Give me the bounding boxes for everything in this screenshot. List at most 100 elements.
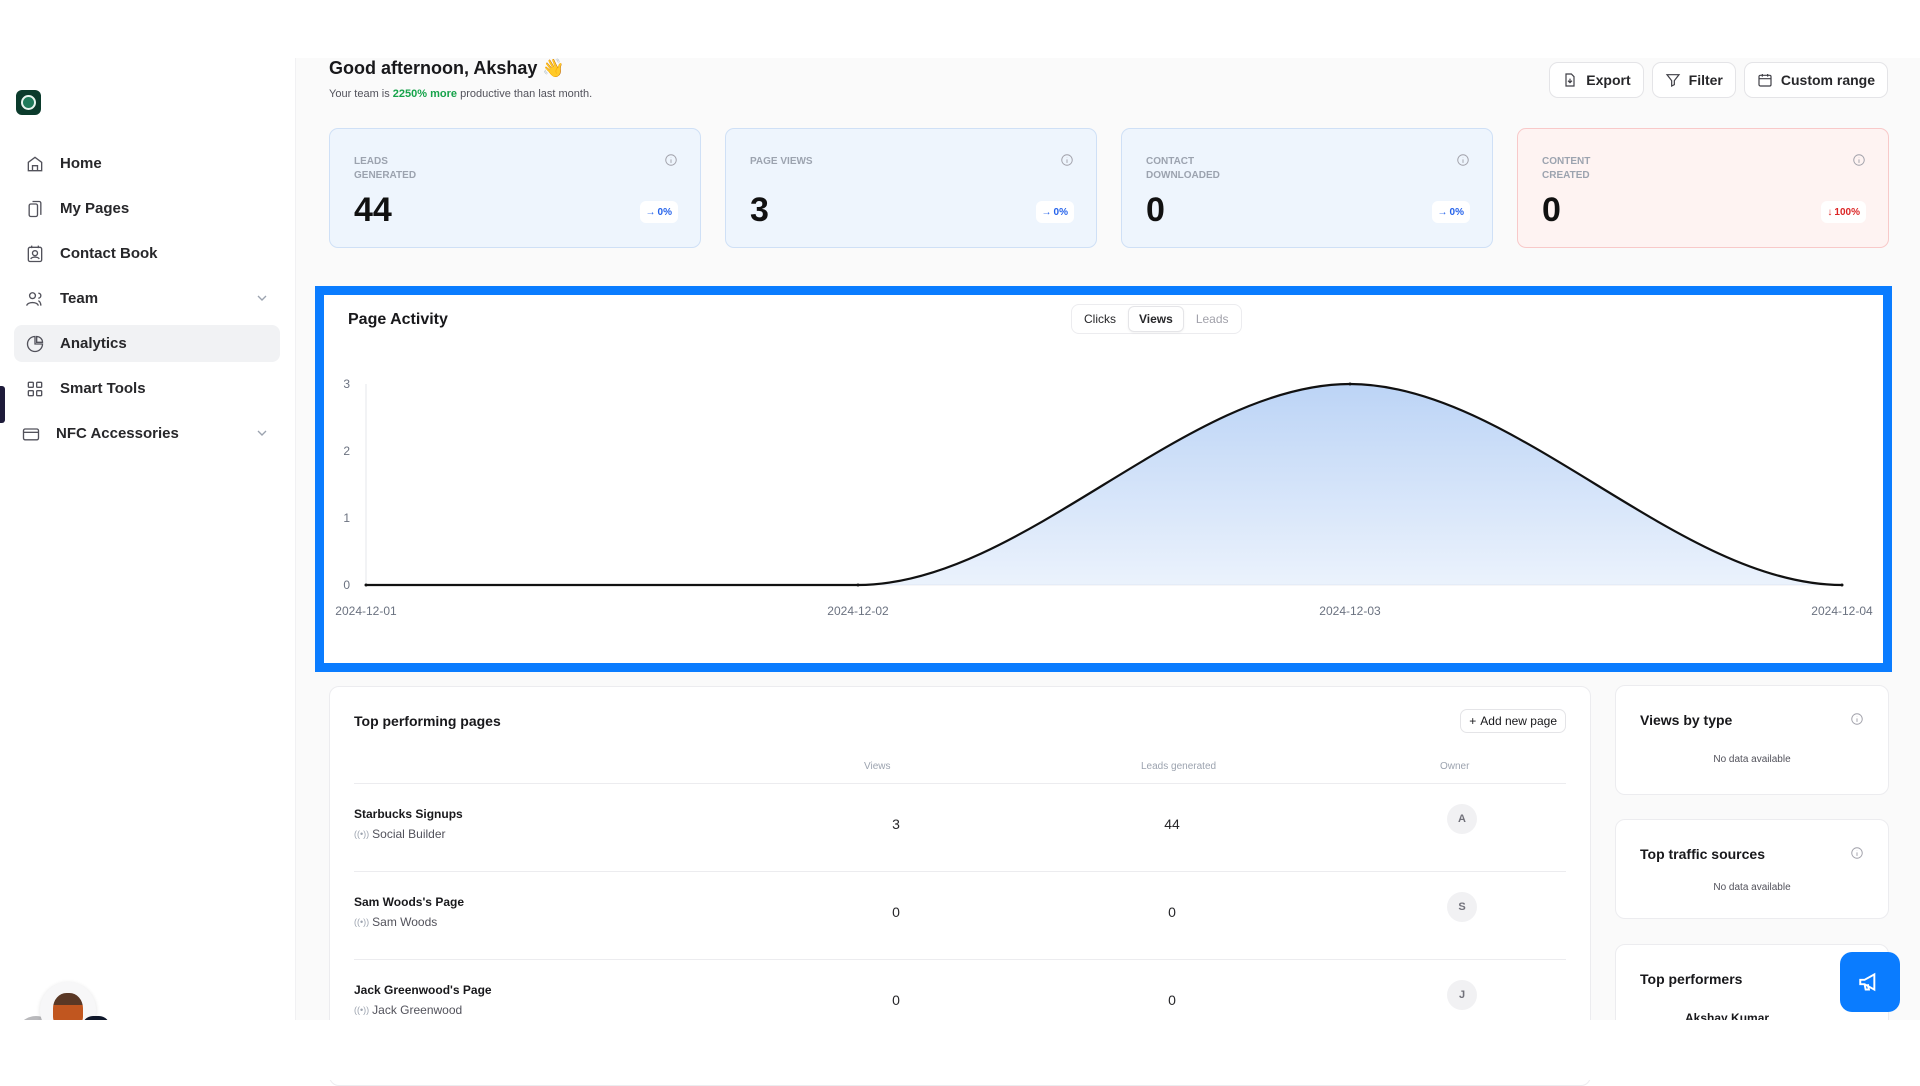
announcements-button[interactable] bbox=[1840, 952, 1900, 1012]
leads-value: 44 bbox=[1164, 816, 1180, 832]
page-name[interactable]: Jack Greenwood's Page bbox=[354, 983, 492, 997]
views-value: 3 bbox=[892, 816, 900, 832]
subtitle-text: productive than last month. bbox=[457, 88, 593, 100]
sidebar-item-label: Team bbox=[60, 290, 99, 307]
info-icon[interactable] bbox=[1850, 846, 1864, 860]
custom-range-label: Custom range bbox=[1780, 72, 1875, 88]
page-activity-chart: 0 1 2 3 2024-12-01 2024-12-02 2024-12-03 2024-… bbox=[335, 377, 1873, 618]
owner-label: Sam Woods bbox=[372, 915, 438, 929]
leads-value: 0 bbox=[1168, 904, 1176, 920]
starbucks-logo-icon bbox=[21, 95, 36, 110]
change-value: 0% bbox=[657, 206, 672, 218]
top-pages-title: Top performing pages bbox=[354, 713, 501, 729]
custom-range-button[interactable]: Custom range bbox=[1743, 62, 1888, 98]
calendar-icon bbox=[1758, 74, 1772, 87]
tab-views[interactable]: Views bbox=[1128, 306, 1184, 332]
sidebar-item-smart-tools[interactable]: Smart Tools bbox=[14, 370, 280, 407]
filter-icon bbox=[1665, 74, 1680, 87]
info-icon[interactable] bbox=[664, 153, 678, 167]
sidebar-item-nfc-accessories[interactable]: NFC Accessories bbox=[14, 415, 280, 452]
chevron-down-icon[interactable] bbox=[254, 290, 270, 306]
stats-row: Leads Generated 44 → 0% Page Views 3 → 0% … bbox=[329, 128, 1889, 248]
info-icon[interactable] bbox=[1060, 153, 1074, 167]
table-row[interactable]: Sam Woods's Page ((•)) Sam Woods 0 0 S bbox=[354, 872, 1566, 959]
page-owner: ((•)) Sam Woods bbox=[354, 915, 437, 929]
chart-point[interactable] bbox=[856, 583, 860, 587]
chart-point[interactable] bbox=[1348, 382, 1352, 386]
sidebar-item-contact-book[interactable]: Contact Book bbox=[14, 235, 280, 272]
change-value: 100% bbox=[1834, 206, 1860, 218]
info-icon[interactable] bbox=[1850, 712, 1864, 726]
top-performers-title: Top performers bbox=[1640, 971, 1743, 987]
info-icon[interactable] bbox=[1852, 153, 1866, 167]
sidebar-nav: Home My Pages Contact Book Team Analytic… bbox=[14, 145, 280, 460]
export-button[interactable]: Export bbox=[1549, 62, 1644, 98]
page-name[interactable]: Sam Woods's Page bbox=[354, 895, 464, 909]
sidebar-item-label: Contact Book bbox=[60, 245, 158, 262]
filter-label: Filter bbox=[1688, 72, 1723, 88]
home-icon bbox=[24, 153, 46, 175]
stat-card-content-created: Content Created 0 ↓ 100% bbox=[1517, 128, 1889, 248]
card-icon bbox=[20, 423, 42, 445]
stat-label: Page Views bbox=[750, 156, 813, 167]
sidebar-item-my-pages[interactable]: My Pages bbox=[14, 190, 280, 227]
info-icon[interactable] bbox=[1456, 153, 1470, 167]
page-name[interactable]: Starbucks Signups bbox=[354, 807, 463, 821]
metric-tabs: Clicks Views Leads bbox=[1071, 304, 1242, 334]
add-new-page-button[interactable]: + Add new page bbox=[1460, 709, 1566, 733]
subtitle-highlight: 2250% more bbox=[392, 88, 458, 100]
active-indicator bbox=[0, 386, 5, 423]
page-activity-card: Page Activity Clicks Views Leads 0 1 2 3 20… bbox=[315, 286, 1892, 672]
sidebar-item-label: NFC Accessories bbox=[56, 425, 179, 442]
change-badge: → 0% bbox=[1035, 201, 1074, 223]
views-value: 0 bbox=[892, 904, 900, 920]
top-traffic-sources-title: Top traffic sources bbox=[1640, 846, 1765, 862]
views-by-type-card: Views by type No data available bbox=[1615, 685, 1889, 795]
stat-label: Leads Generated bbox=[354, 156, 417, 181]
contact-book-icon bbox=[24, 243, 46, 265]
views-by-type-title: Views by type bbox=[1640, 712, 1733, 728]
top-bar bbox=[0, 0, 1920, 58]
change-badge: → 0% bbox=[1431, 201, 1470, 223]
table-row[interactable]: Starbucks Signups ((•)) Social Builder 3 … bbox=[354, 784, 1566, 871]
y-tick-label: 0 bbox=[343, 578, 350, 592]
plus-icon: + bbox=[1469, 714, 1477, 728]
owner-avatar: S bbox=[1447, 892, 1477, 922]
chart-point[interactable] bbox=[1840, 583, 1844, 587]
page-owner: ((•)) Jack Greenwood bbox=[354, 1003, 462, 1017]
broadcast-icon: ((•)) bbox=[354, 829, 370, 839]
sidebar-item-home[interactable]: Home bbox=[14, 145, 280, 182]
stat-card-contact-downloaded: Contact Downloaded 0 → 0% bbox=[1121, 128, 1493, 248]
sidebar-item-team[interactable]: Team bbox=[14, 280, 280, 317]
x-tick-label: 2024-12-01 bbox=[335, 604, 397, 618]
y-tick-label: 1 bbox=[343, 511, 350, 525]
productivity-subtitle: Your team is 2250% more productive than … bbox=[329, 88, 592, 100]
owner-avatar: J bbox=[1447, 980, 1477, 1010]
chart-point[interactable] bbox=[364, 583, 368, 587]
sidebar: Home My Pages Contact Book Team Analytic… bbox=[0, 58, 296, 1056]
x-tick-label: 2024-12-02 bbox=[827, 604, 889, 618]
change-badge: ↓ 100% bbox=[1821, 201, 1866, 223]
change-value: 0% bbox=[1053, 206, 1068, 218]
tab-leads[interactable]: Leads bbox=[1186, 307, 1239, 331]
column-header-views[interactable]: Views bbox=[864, 761, 891, 772]
export-label: Export bbox=[1586, 72, 1631, 88]
sidebar-item-analytics[interactable]: Analytics bbox=[14, 325, 280, 362]
tab-clicks[interactable]: Clicks bbox=[1074, 307, 1126, 331]
sidebar-item-label: Analytics bbox=[60, 335, 127, 352]
chevron-down-icon[interactable] bbox=[254, 425, 270, 441]
arrow-right-icon: → bbox=[645, 206, 656, 218]
sidebar-item-label: Smart Tools bbox=[60, 380, 146, 397]
column-header-owner[interactable]: Owner bbox=[1440, 761, 1469, 772]
column-header-leads[interactable]: Leads generated bbox=[1141, 761, 1216, 772]
pages-icon bbox=[24, 198, 46, 220]
brand-logo[interactable] bbox=[16, 90, 41, 115]
filter-button[interactable]: Filter bbox=[1651, 62, 1736, 98]
stat-card-leads: Leads Generated 44 → 0% bbox=[329, 128, 701, 248]
leads-value: 0 bbox=[1168, 992, 1176, 1008]
stat-value: 44 bbox=[354, 191, 392, 229]
arrow-down-icon: ↓ bbox=[1827, 206, 1833, 218]
empty-state: No data available bbox=[1713, 882, 1791, 893]
page-activity-title: Page Activity bbox=[348, 311, 448, 328]
page-title: Good afternoon, Akshay 👋 bbox=[329, 58, 565, 78]
